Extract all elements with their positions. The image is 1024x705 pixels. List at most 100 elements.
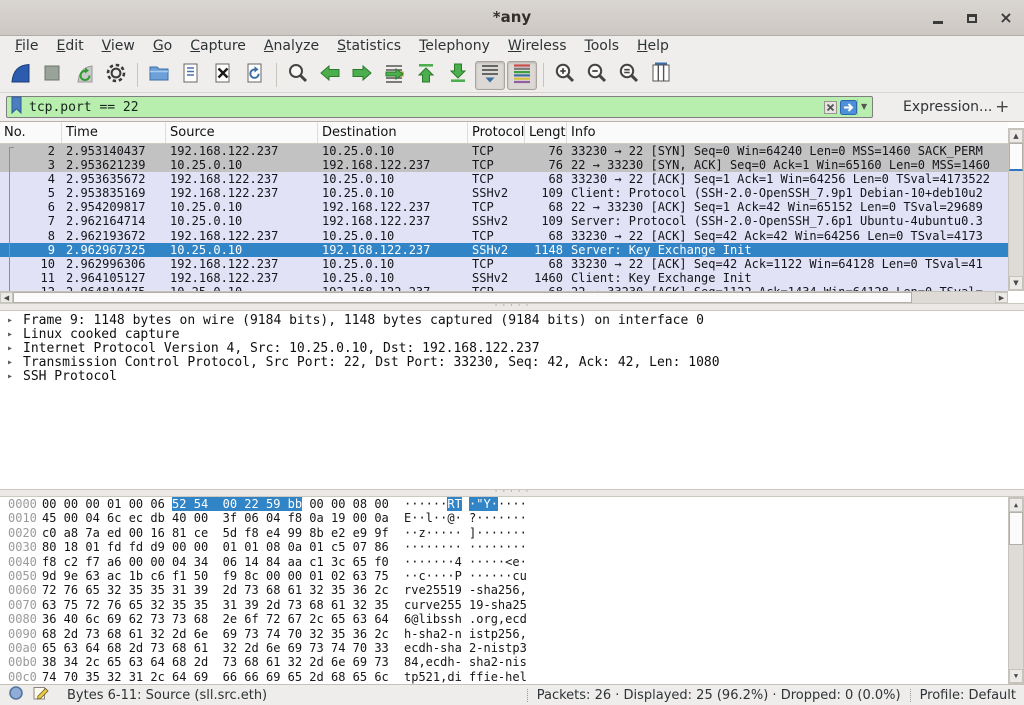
capture-comment-icon[interactable] [33, 685, 49, 705]
menu-help[interactable]: Help [628, 37, 678, 57]
hex-bytes[interactable]: 00 00 00 01 00 06 52 54 00 22 59 bb 00 0… [40, 497, 404, 511]
ascii-bytes[interactable]: ··c····P ······cu [404, 569, 527, 583]
packet-row-3[interactable]: 32.95362123910.25.0.10192.168.122.237TCP… [0, 158, 1008, 172]
detail-row-3[interactable]: ▸Transmission Control Protocol, Src Port… [0, 356, 1024, 370]
ascii-bytes[interactable]: h-sha2-n istp256, [404, 627, 527, 641]
expert-info-icon[interactable] [8, 685, 24, 705]
scrollbar-thumb[interactable] [1009, 143, 1023, 171]
expand-triangle-icon[interactable]: ▸ [7, 342, 23, 356]
maximize-button[interactable] [964, 10, 980, 26]
expression-button[interactable]: Expression... [903, 99, 992, 115]
hex-bytes[interactable]: 38 34 2c 65 63 64 68 2d 73 68 61 32 2d 6… [40, 655, 404, 669]
column-header-info[interactable]: Info [567, 122, 1008, 143]
go-to-packet-button[interactable] [379, 61, 409, 90]
hex-bytes[interactable]: 68 2d 73 68 61 32 2d 6e 69 73 74 70 32 3… [40, 627, 404, 641]
packet-row-5[interactable]: 52.953835169192.168.122.23710.25.0.10SSH… [0, 186, 1008, 200]
go-to-bottom-button[interactable] [443, 61, 473, 90]
hex-row-0040[interactable]: 0040f8 c2 f7 a6 00 00 04 34 06 14 84 aa … [0, 555, 1024, 569]
hex-bytes[interactable]: c0 a8 7a ed 00 16 81 ce 5d f8 e4 99 8b e… [40, 526, 404, 540]
scrollbar-track[interactable] [1009, 171, 1023, 276]
packet-row-2[interactable]: 22.953140437192.168.122.23710.25.0.10TCP… [0, 144, 1008, 158]
detail-row-4[interactable]: ▸SSH Protocol [0, 370, 1024, 384]
scrollbar-thumb[interactable] [1009, 512, 1023, 545]
hex-bytes[interactable]: 45 00 04 6c ec db 40 00 3f 06 04 f8 0a 1… [40, 511, 404, 525]
start-capture-button[interactable] [5, 61, 35, 90]
column-header-destination[interactable]: Destination [318, 122, 468, 143]
hex-row-00c0[interactable]: 00c074 70 35 32 31 2c 64 69 66 66 69 65 … [0, 670, 1024, 684]
menu-statistics[interactable]: Statistics [328, 37, 410, 57]
close-button[interactable]: × [998, 10, 1014, 26]
zoom-100-button[interactable] [614, 61, 644, 90]
menu-go[interactable]: Go [144, 37, 181, 57]
column-header-time[interactable]: Time [62, 122, 166, 143]
ascii-bytes[interactable]: E··l··@· ?······· [404, 511, 527, 525]
detail-row-2[interactable]: ▸Internet Protocol Version 4, Src: 10.25… [0, 342, 1024, 356]
hex-bytes[interactable]: f8 c2 f7 a6 00 00 04 34 06 14 84 aa c1 3… [40, 555, 404, 569]
ascii-bytes[interactable]: ·······4 ·····<e· [404, 555, 527, 569]
scroll-up-icon[interactable]: ▲ [1009, 498, 1023, 512]
reload-capture-button[interactable] [240, 61, 270, 90]
hex-bytes[interactable]: 36 40 6c 69 62 73 73 68 2e 6f 72 67 2c 6… [40, 612, 404, 626]
filter-apply-button[interactable] [839, 98, 857, 116]
packet-list-vertical-scrollbar[interactable]: ▲ ▼ [1008, 128, 1024, 291]
restart-capture-button[interactable] [69, 61, 99, 90]
auto-scroll-toggle[interactable] [475, 61, 505, 90]
packet-row-9[interactable]: 92.96296732510.25.0.10192.168.122.237SSH… [0, 243, 1008, 257]
hex-bytes[interactable]: 74 70 35 32 31 2c 64 69 66 66 69 65 2d 6… [40, 670, 404, 684]
minimize-button[interactable] [930, 10, 946, 26]
menu-telephony[interactable]: Telephony [410, 37, 499, 57]
hex-bytes[interactable]: 72 76 65 32 35 35 31 39 2d 73 68 61 32 3… [40, 583, 404, 597]
menu-view[interactable]: View [93, 37, 144, 57]
packet-row-10[interactable]: 102.962996306192.168.122.23710.25.0.10TC… [0, 257, 1008, 271]
expand-triangle-icon[interactable]: ▸ [7, 328, 23, 342]
hex-row-0090[interactable]: 009068 2d 73 68 61 32 2d 6e 69 73 74 70 … [0, 627, 1024, 641]
ascii-bytes[interactable]: tp521,di ffie-hel [404, 670, 527, 684]
packet-row-7[interactable]: 72.96216471410.25.0.10192.168.122.237SSH… [0, 214, 1008, 228]
hex-row-0020[interactable]: 0020c0 a8 7a ed 00 16 81 ce 5d f8 e4 99 … [0, 526, 1024, 540]
expand-triangle-icon[interactable]: ▸ [7, 314, 23, 328]
packet-row-8[interactable]: 82.962193672192.168.122.23710.25.0.10TCP… [0, 229, 1008, 243]
hex-row-0080[interactable]: 008036 40 6c 69 62 73 73 68 2e 6f 72 67 … [0, 612, 1024, 626]
scrollbar-thumb[interactable] [13, 292, 912, 303]
scroll-left-icon[interactable]: ◀ [0, 292, 13, 303]
colorize-toggle[interactable] [507, 61, 537, 90]
menu-wireless[interactable]: Wireless [499, 37, 576, 57]
close-capture-button[interactable] [208, 61, 238, 90]
details-bytes-splitter[interactable]: · · · · · [0, 489, 1024, 497]
menu-edit[interactable]: Edit [47, 37, 92, 57]
hex-bytes[interactable]: 65 63 64 68 2d 73 68 61 32 2d 6e 69 73 7… [40, 641, 404, 655]
hex-bytes[interactable]: 80 18 01 fd fd d9 00 00 01 01 08 0a 01 c… [40, 540, 404, 554]
hex-row-00b0[interactable]: 00b038 34 2c 65 63 64 68 2d 73 68 61 32 … [0, 655, 1024, 669]
scroll-up-icon[interactable]: ▲ [1009, 129, 1023, 143]
column-header-length[interactable]: Length [525, 122, 567, 143]
ascii-bytes[interactable]: rve25519 -sha256, [404, 583, 527, 597]
menu-capture[interactable]: Capture [181, 37, 255, 57]
column-header-no[interactable]: No. [0, 122, 62, 143]
display-filter-input[interactable] [25, 98, 821, 116]
list-details-splitter[interactable]: · · · · · [0, 303, 1024, 311]
go-back-button[interactable] [315, 61, 345, 90]
scrollbar-track[interactable] [912, 292, 995, 303]
hex-row-00a0[interactable]: 00a065 63 64 68 2d 73 68 61 32 2d 6e 69 … [0, 641, 1024, 655]
expand-triangle-icon[interactable]: ▸ [7, 370, 23, 384]
menu-file[interactable]: File [6, 37, 47, 57]
packet-row-11[interactable]: 112.964105127192.168.122.23710.25.0.10SS… [0, 271, 1008, 285]
detail-row-1[interactable]: ▸Linux cooked capture [0, 328, 1024, 342]
save-capture-button[interactable] [176, 61, 206, 90]
ascii-bytes[interactable]: ··z····· ]······· [404, 526, 527, 540]
status-profile[interactable]: Profile: Default [920, 688, 1016, 703]
scrollbar-track[interactable] [1009, 545, 1023, 669]
capture-options-button[interactable] [101, 61, 131, 90]
detail-row-0[interactable]: ▸Frame 9: 1148 bytes on wire (9184 bits)… [0, 314, 1024, 328]
resize-columns-button[interactable] [646, 61, 676, 90]
go-to-top-button[interactable] [411, 61, 441, 90]
packet-row-4[interactable]: 42.953635672192.168.122.23710.25.0.10TCP… [0, 172, 1008, 186]
ascii-bytes[interactable]: ········ ········ [404, 540, 527, 554]
filter-clear-button[interactable] [821, 98, 839, 116]
scroll-down-icon[interactable]: ▼ [1009, 276, 1023, 290]
zoom-out-button[interactable] [582, 61, 612, 90]
open-capture-button[interactable] [144, 61, 174, 90]
packet-row-6[interactable]: 62.95420981710.25.0.10192.168.122.237TCP… [0, 200, 1008, 214]
hex-row-0050[interactable]: 00509d 9e 63 ac 1b c6 f1 50 f9 8c 00 00 … [0, 569, 1024, 583]
hex-row-0060[interactable]: 006072 76 65 32 35 35 31 39 2d 73 68 61 … [0, 583, 1024, 597]
